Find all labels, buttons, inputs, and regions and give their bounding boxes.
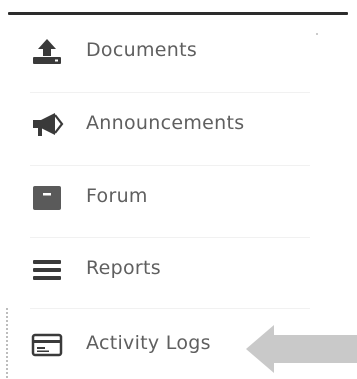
menu-item-documents[interactable]: Documents [0, 26, 357, 78]
credit-card-icon [30, 331, 64, 359]
menu-item-label: Documents [86, 39, 198, 61]
scan-artifact [6, 308, 11, 378]
menu-item-label: Activity Logs [86, 332, 211, 354]
upload-tray-icon [30, 38, 64, 66]
menu-item-label: Reports [86, 257, 161, 279]
menu-item-label: Forum [86, 185, 148, 207]
menu-item-announcements[interactable]: Announcements [0, 99, 357, 151]
archive-box-icon [30, 184, 64, 212]
menu-item-label: Announcements [86, 112, 245, 134]
list-lines-icon [30, 256, 64, 284]
menu-item-forum[interactable]: Forum [0, 172, 357, 224]
megaphone-icon [30, 111, 64, 139]
menu-item-reports[interactable]: Reports [0, 244, 357, 296]
arrow-left-icon [246, 323, 357, 375]
